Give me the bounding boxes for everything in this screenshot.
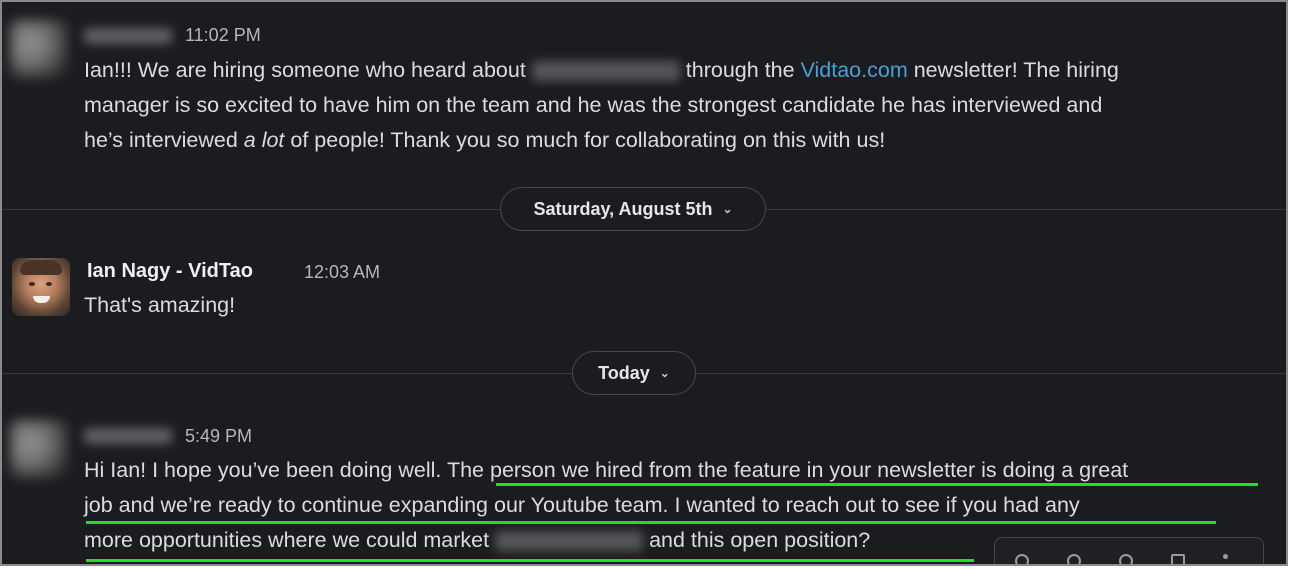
text-segment: he’s interviewed: [84, 128, 238, 152]
message-timestamp[interactable]: 11:02 PM: [185, 25, 261, 46]
more-icon[interactable]: [1223, 554, 1228, 559]
chevron-down-icon: ⌄: [659, 366, 670, 380]
author-name-redacted: [84, 28, 172, 44]
reply-icon[interactable]: [1067, 554, 1081, 564]
date-label: Today: [598, 362, 650, 383]
avatar-mouth: [33, 296, 50, 303]
redacted-company-name: [495, 531, 644, 552]
reaction-icon[interactable]: [1015, 554, 1029, 564]
avatar-ian-nagy[interactable]: [12, 258, 70, 316]
text-segment: and this open position?: [649, 528, 871, 552]
text-segment: more opportunities where we could market: [84, 528, 490, 552]
message-text-line-2: job and we’re ready to continue expandin…: [84, 493, 1080, 517]
date-divider-today[interactable]: Today ⌄: [572, 351, 696, 395]
message-timestamp[interactable]: 12:03 AM: [304, 262, 380, 283]
message-1[interactable]: 11:02 PM Ian!!! We are hiring someone wh…: [2, 2, 1286, 182]
date-label: Saturday, August 5th: [533, 198, 713, 219]
highlight-underline: [86, 521, 1216, 524]
text-segment: through the: [685, 58, 795, 82]
message-actions-toolbar[interactable]: [994, 537, 1264, 564]
message-text: That's amazing!: [84, 293, 236, 317]
chevron-down-icon: ⌄: [722, 202, 733, 216]
message-text-line-3: he’s interviewed a lot of people! Thank …: [84, 123, 885, 158]
avatar-eye: [46, 282, 52, 286]
message-text-line-1: Ian!!! We are hiring someone who heard a…: [84, 53, 1119, 88]
forward-icon[interactable]: [1119, 554, 1133, 564]
avatar-eye: [29, 282, 35, 286]
message-timestamp[interactable]: 5:49 PM: [185, 426, 252, 447]
chat-window: 11:02 PM Ian!!! We are hiring someone wh…: [0, 0, 1288, 566]
avatar-blurred[interactable]: [10, 420, 68, 478]
highlight-underline: [86, 559, 974, 562]
message-text-line-2: manager is so excited to have him on the…: [84, 93, 1103, 117]
author-name[interactable]: Ian Nagy - VidTao: [87, 260, 253, 283]
date-divider-saturday[interactable]: Saturday, August 5th ⌄: [500, 187, 766, 231]
message-2[interactable]: Ian Nagy - VidTao 12:03 AM That's amazin…: [2, 242, 1286, 342]
avatar-blurred[interactable]: [10, 20, 68, 78]
bookmark-icon[interactable]: [1171, 554, 1185, 564]
redacted-company-name: [531, 61, 680, 82]
highlight-underline: [496, 483, 1258, 486]
avatar-hair: [20, 260, 62, 275]
author-name-redacted: [84, 428, 172, 444]
text-emphasis: a lot: [243, 128, 285, 152]
text-segment: of people! Thank you so much for collabo…: [290, 128, 886, 152]
message-text-line-3: more opportunities where we could market…: [84, 523, 870, 558]
vidtao-link[interactable]: Vidtao.com: [801, 58, 908, 82]
text-segment: newsletter! The hiring: [913, 58, 1119, 82]
text-segment: Ian!!! We are hiring someone who heard a…: [84, 58, 526, 82]
